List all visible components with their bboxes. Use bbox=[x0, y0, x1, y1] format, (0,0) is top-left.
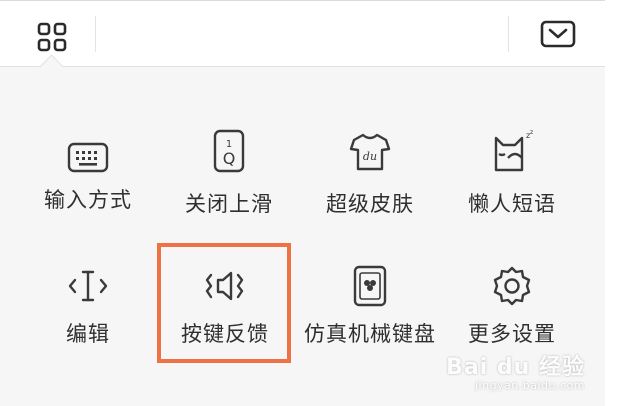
menu-item-label: 编辑 bbox=[66, 322, 110, 346]
swipe-up-icon: 1 Q bbox=[205, 128, 253, 176]
skin-shirt-icon: du bbox=[346, 128, 394, 176]
menu-grid-button[interactable] bbox=[30, 15, 74, 59]
chevron-down-box-icon bbox=[540, 20, 576, 48]
collapse-keyboard-button[interactable] bbox=[536, 15, 580, 53]
menu-item-mechanical-keyboard[interactable]: 仿真机械键盘 bbox=[300, 262, 440, 382]
keyboard-icon bbox=[64, 134, 112, 182]
svg-text:Q: Q bbox=[223, 149, 236, 168]
svg-text:z: z bbox=[530, 129, 533, 136]
menu-item-input-method[interactable]: 输入方式 bbox=[18, 128, 158, 248]
grid-icon bbox=[37, 22, 67, 52]
mechanical-key-icon bbox=[346, 262, 394, 310]
sleeping-cat-icon: z z bbox=[488, 128, 536, 176]
gear-icon bbox=[488, 262, 536, 310]
menu-item-label: 输入方式 bbox=[44, 188, 132, 212]
menu-item-lazy-phrases[interactable]: z z 懒人短语 bbox=[442, 128, 582, 248]
menu-item-label: 懒人短语 bbox=[468, 192, 556, 216]
menu-item-edit[interactable]: 编辑 bbox=[18, 262, 158, 382]
toolbar-divider-left bbox=[95, 16, 96, 52]
baidu-jingyan-watermark: Bai du 经验 jingyan.baidu.com bbox=[446, 349, 585, 392]
keyboard-settings-panel: 输入方式 1 Q 关闭上滑 du 超级皮肤 z z 懒人短语 编辑 按键反馈 仿… bbox=[0, 0, 605, 406]
text-cursor-icon bbox=[64, 262, 112, 310]
menu-item-swipe-up[interactable]: 1 Q 关闭上滑 bbox=[159, 128, 299, 248]
menu-item-label: 更多设置 bbox=[468, 322, 556, 346]
svg-text:du: du bbox=[363, 150, 377, 163]
menu-item-label: 超级皮肤 bbox=[326, 192, 414, 216]
top-edge-line bbox=[0, 0, 605, 1]
menu-item-super-skin[interactable]: du 超级皮肤 bbox=[300, 128, 440, 248]
toolbar-bottom-border bbox=[0, 66, 605, 67]
toolbar-divider-right bbox=[508, 16, 509, 52]
keyboard-toolbar bbox=[0, 0, 605, 66]
highlight-box bbox=[157, 243, 291, 363]
menu-item-label: 仿真机械键盘 bbox=[304, 322, 436, 346]
right-margin bbox=[605, 0, 621, 406]
watermark-brand: Bai du 经验 bbox=[446, 355, 585, 380]
menu-item-label: 关闭上滑 bbox=[185, 192, 273, 216]
